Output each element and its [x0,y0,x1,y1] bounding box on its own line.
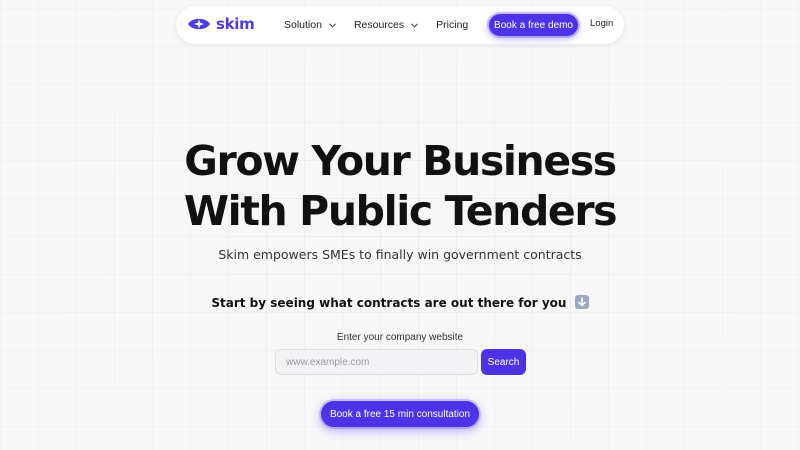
brand-name: skim [216,15,255,33]
login-link[interactable]: Login [590,18,613,29]
cta-heading: Start by seeing what contracts are out t… [0,295,800,310]
nav-item-solution[interactable]: Solution [284,19,337,31]
nav-item-label: Pricing [436,19,469,31]
nav-menu: Solution Resources Pricing [284,6,485,44]
search-button[interactable]: Search [481,349,526,375]
nav-item-resources[interactable]: Resources [354,19,419,31]
chevron-down-icon [411,23,418,27]
cta-text: Start by seeing what contracts are out t… [211,296,567,310]
sparkle-eye-logo-icon [188,18,210,30]
website-field-label: Enter your company website [336,332,464,343]
book-consultation-button[interactable]: Book a free 15 min consultation [321,401,479,427]
hero-subtitle: Skim empowers SMEs to finally win govern… [218,247,582,262]
hero-title: Grow Your Business With Public Tenders [0,136,800,236]
company-website-input[interactable] [275,349,478,375]
hero-title-line-2: With Public Tenders [183,187,618,235]
nav-item-label: Resources [353,19,405,31]
chevron-down-icon [329,23,336,27]
brand-logo[interactable]: skim [187,15,255,33]
nav-item-pricing[interactable]: Pricing [436,19,468,31]
nav-item-label: Solution [284,19,322,31]
book-demo-button[interactable]: Book a free demo [489,14,578,36]
hero-title-line-1: Grow Your Business [184,137,617,185]
down-arrow-icon [574,295,589,309]
top-navbar: skim Solution Resources Pricing Book a f… [176,6,624,44]
